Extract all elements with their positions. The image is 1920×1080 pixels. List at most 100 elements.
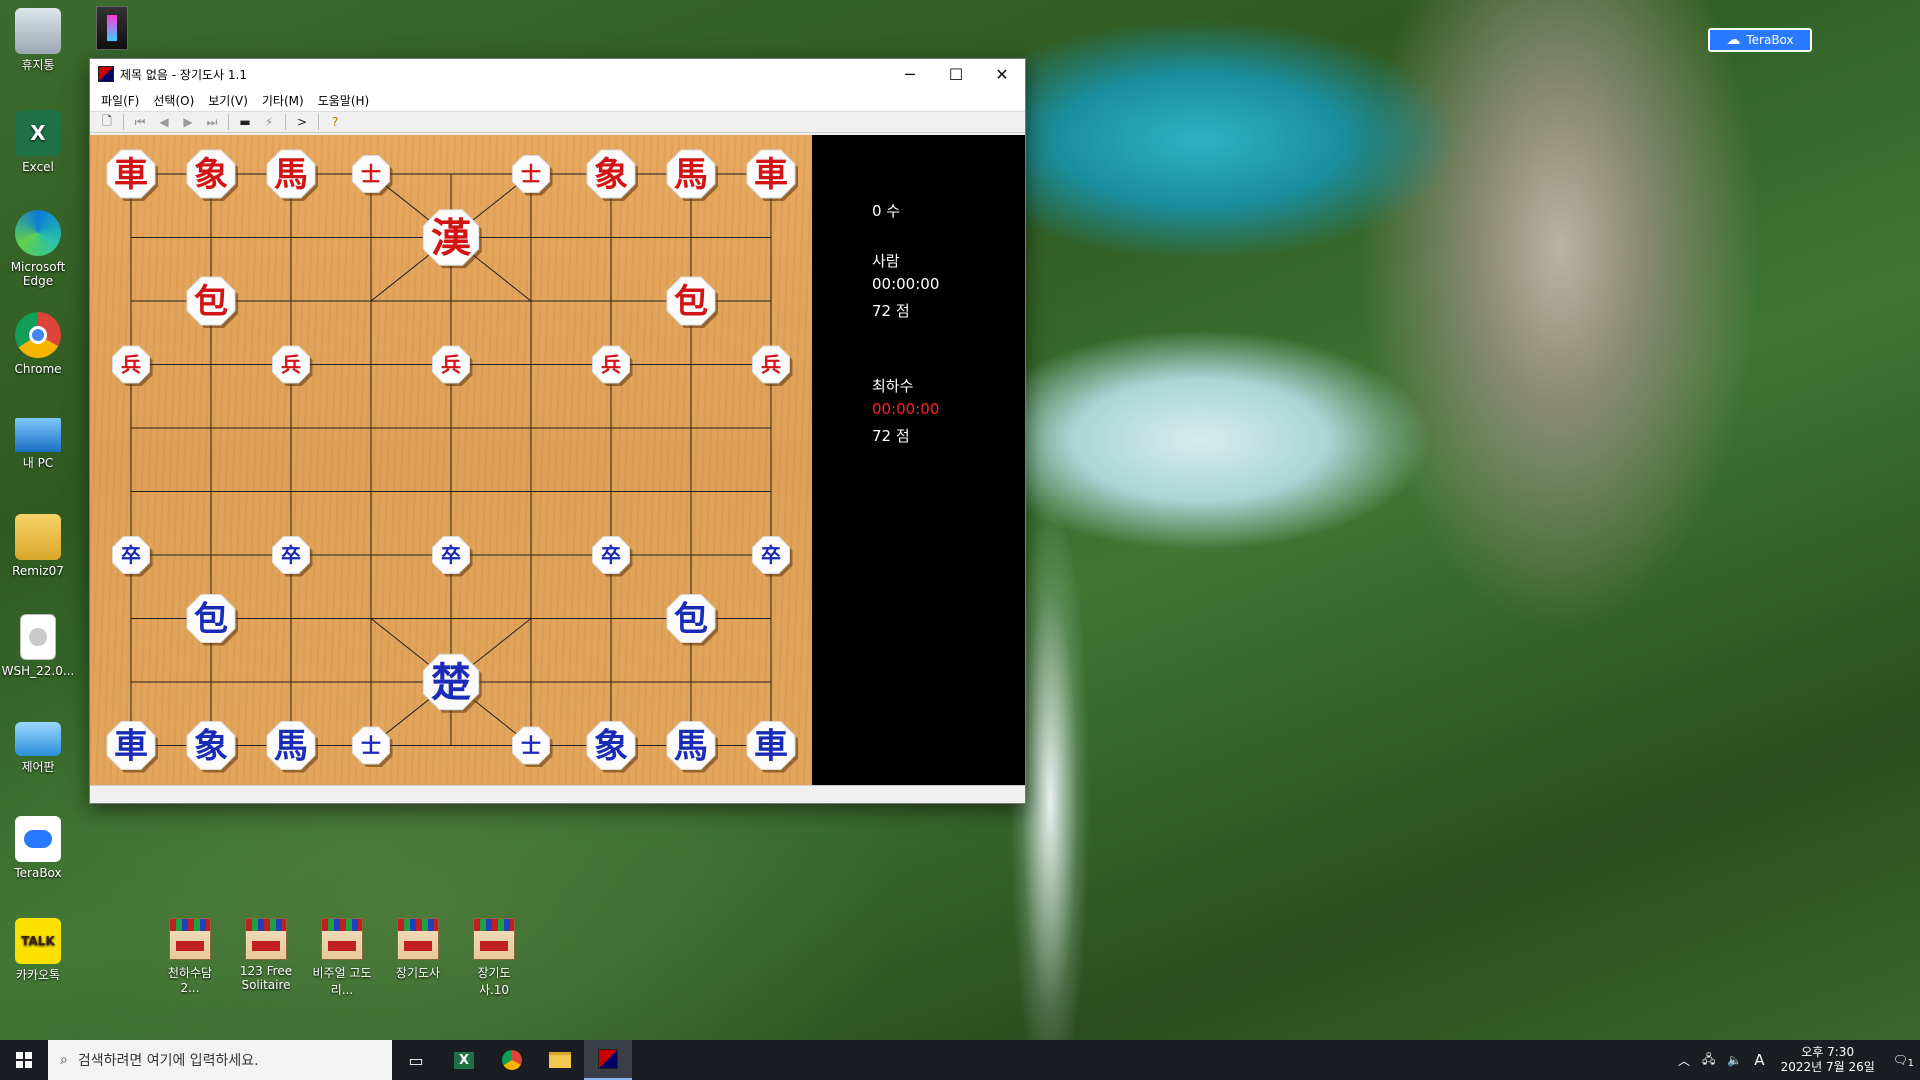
red-piece[interactable]: 象 [186,149,238,201]
piece-label: 象 [194,727,228,767]
desktop-icon-label: 장기도사 [395,966,441,980]
piece-label: 馬 [674,155,708,195]
red-piece[interactable]: 兵 [432,345,473,386]
red-piece[interactable]: 兵 [752,345,793,386]
desktop-icon-excel[interactable]: X Excel [0,110,76,174]
desktop-icon-game-5[interactable]: 장기도사.10 [464,918,524,998]
desktop-icon-terabox[interactable]: TeraBox [0,816,76,880]
desktop-icon-game-4[interactable]: 장기도사 [388,918,448,981]
taskbar-search-box[interactable]: ⌕ 검색하려면 여기에 입력하세요. [48,1040,392,1080]
taskbar-excel[interactable]: X [440,1040,488,1080]
chevron-right-icon: > [296,115,308,129]
red-piece[interactable]: 漢 [422,209,482,269]
start-button[interactable] [0,1040,48,1080]
blue-piece[interactable]: 卒 [432,536,473,577]
menu-file[interactable]: 파일(F) [94,92,146,109]
new-document-icon: 🗋 [102,113,112,128]
title-bar[interactable]: 제목 없음 - 장기도사 1.1 ─ ☐ ✕ [90,59,1025,89]
next-move-button[interactable]: ▶ [177,112,199,132]
blue-piece[interactable]: 卒 [112,536,153,577]
blue-piece[interactable]: 象 [186,721,238,773]
last-move-button[interactable]: ⏭ [201,112,223,132]
janggi-board[interactable]: 車象馬士士象馬車漢包包兵兵兵兵兵卒卒卒卒卒包包楚車象馬士士象馬車 [90,135,812,785]
red-piece[interactable]: 兵 [592,345,633,386]
taskbar-janggi[interactable] [584,1040,632,1080]
blue-piece[interactable]: 包 [186,594,238,646]
task-view-button[interactable]: ▭ [392,1040,440,1080]
desktop-icon-my-pc[interactable]: 내 PC [0,412,76,470]
first-move-button[interactable]: ⏮ [129,112,151,132]
red-piece[interactable]: 士 [512,155,553,196]
blue-piece[interactable]: 馬 [666,721,718,773]
clock[interactable]: 오후 7:30 2022년 7월 26일 [1771,1045,1885,1075]
piece-label: 兵 [441,353,461,377]
volume-button[interactable]: 🔈 [1721,1053,1748,1067]
prev-move-button[interactable]: ◀ [153,112,175,132]
blue-piece[interactable]: 象 [586,721,638,773]
terabox-badge-label: TeraBox [1746,33,1794,47]
red-piece[interactable]: 包 [186,276,238,328]
ime-indicator[interactable]: A [1748,1051,1770,1069]
terabox-floating-button[interactable]: ☁ TeraBox [1708,28,1812,52]
blue-piece[interactable]: 卒 [272,536,313,577]
new-game-button[interactable]: 🗋 [96,112,118,132]
desktop-icon-wsh[interactable]: WSH_22.0... [0,614,76,678]
desktop-icon-kakaotalk[interactable]: TALK 카카오톡 [0,918,76,982]
network-button[interactable]: 🖧 [1696,1050,1721,1071]
menu-other[interactable]: 기타(M) [255,92,311,109]
search-placeholder: 검색하려면 여기에 입력하세요. [77,1053,259,1069]
play-button[interactable]: > [291,112,313,132]
desktop-icon-recycle-bin[interactable]: 휴지통 [0,8,76,72]
red-piece[interactable]: 包 [666,276,718,328]
maximize-button[interactable]: ☐ [933,59,979,89]
blue-piece[interactable]: 車 [106,721,158,773]
close-button[interactable]: ✕ [979,59,1025,89]
piece-label: 馬 [274,727,308,767]
piece-label: 卒 [601,543,621,567]
blue-piece[interactable]: 包 [666,594,718,646]
red-piece[interactable]: 車 [746,149,798,201]
blue-piece[interactable]: 馬 [266,721,318,773]
desktop-icon-edge[interactable]: Microsoft Edge [0,210,76,288]
toolbar: 🗋 ⏮ ◀ ▶ ⏭ ▬ ⚡ > ? [90,111,1025,133]
desktop-icon-pc-case[interactable] [96,6,128,50]
taskbar-chrome[interactable] [488,1040,536,1080]
desktop-icon-game-3[interactable]: 비주얼 고도리... [312,918,372,998]
blue-piece[interactable]: 楚 [422,653,482,713]
red-piece[interactable]: 兵 [112,345,153,386]
minimize-button[interactable]: ─ [887,59,933,89]
show-hidden-icons-button[interactable]: ︿ [1672,1052,1696,1069]
piece-label: 楚 [431,659,471,706]
red-piece[interactable]: 兵 [272,345,313,386]
menu-view[interactable]: 보기(V) [201,92,255,109]
blue-piece[interactable]: 車 [746,721,798,773]
red-piece[interactable]: 士 [352,155,393,196]
blue-piece[interactable]: 卒 [752,536,793,577]
red-piece[interactable]: 象 [586,149,638,201]
red-piece[interactable]: 馬 [266,149,318,201]
clock-date: 2022년 7월 26일 [1780,1060,1875,1074]
piece-label: 卒 [761,543,781,567]
red-piece[interactable]: 馬 [666,149,718,201]
desktop-icon-remiz07[interactable]: Remiz07 [0,514,76,578]
window-title: 제목 없음 - 장기도사 1.1 [120,67,247,82]
desktop-icon-chrome[interactable]: Chrome [0,312,76,376]
notification-button[interactable]: 🗨 1 [1885,1053,1920,1069]
help-button[interactable]: ? [324,112,346,132]
desktop-icon-game-1[interactable]: 천하수담2... [160,918,220,995]
blue-piece[interactable]: 卒 [592,536,633,577]
desktop-icon-control-panel[interactable]: 제어판 [0,716,76,774]
board-grid[interactable]: 車象馬士士象馬車漢包 包兵兵兵兵兵卒卒卒卒卒包 包楚車象馬士士象馬車 [90,135,812,785]
menu-select[interactable]: 선택(O) [146,92,201,109]
hint-button[interactable]: ⚡ [258,112,280,132]
desktop-icon-game-2[interactable]: 123 Free Solitaire [236,918,296,992]
menu-help[interactable]: 도움말(H) [311,92,377,109]
player1-time: 00:00:00 [872,275,940,293]
red-piece[interactable]: 車 [106,149,158,201]
blue-piece[interactable]: 士 [512,726,553,767]
board-view-button[interactable]: ▬ [234,112,256,132]
desktop-icon-label: 내 PC [22,456,54,470]
player1-name: 사람 [872,252,900,270]
taskbar-file-explorer[interactable] [536,1040,584,1080]
player1-score: 72 점 [872,302,910,320]
